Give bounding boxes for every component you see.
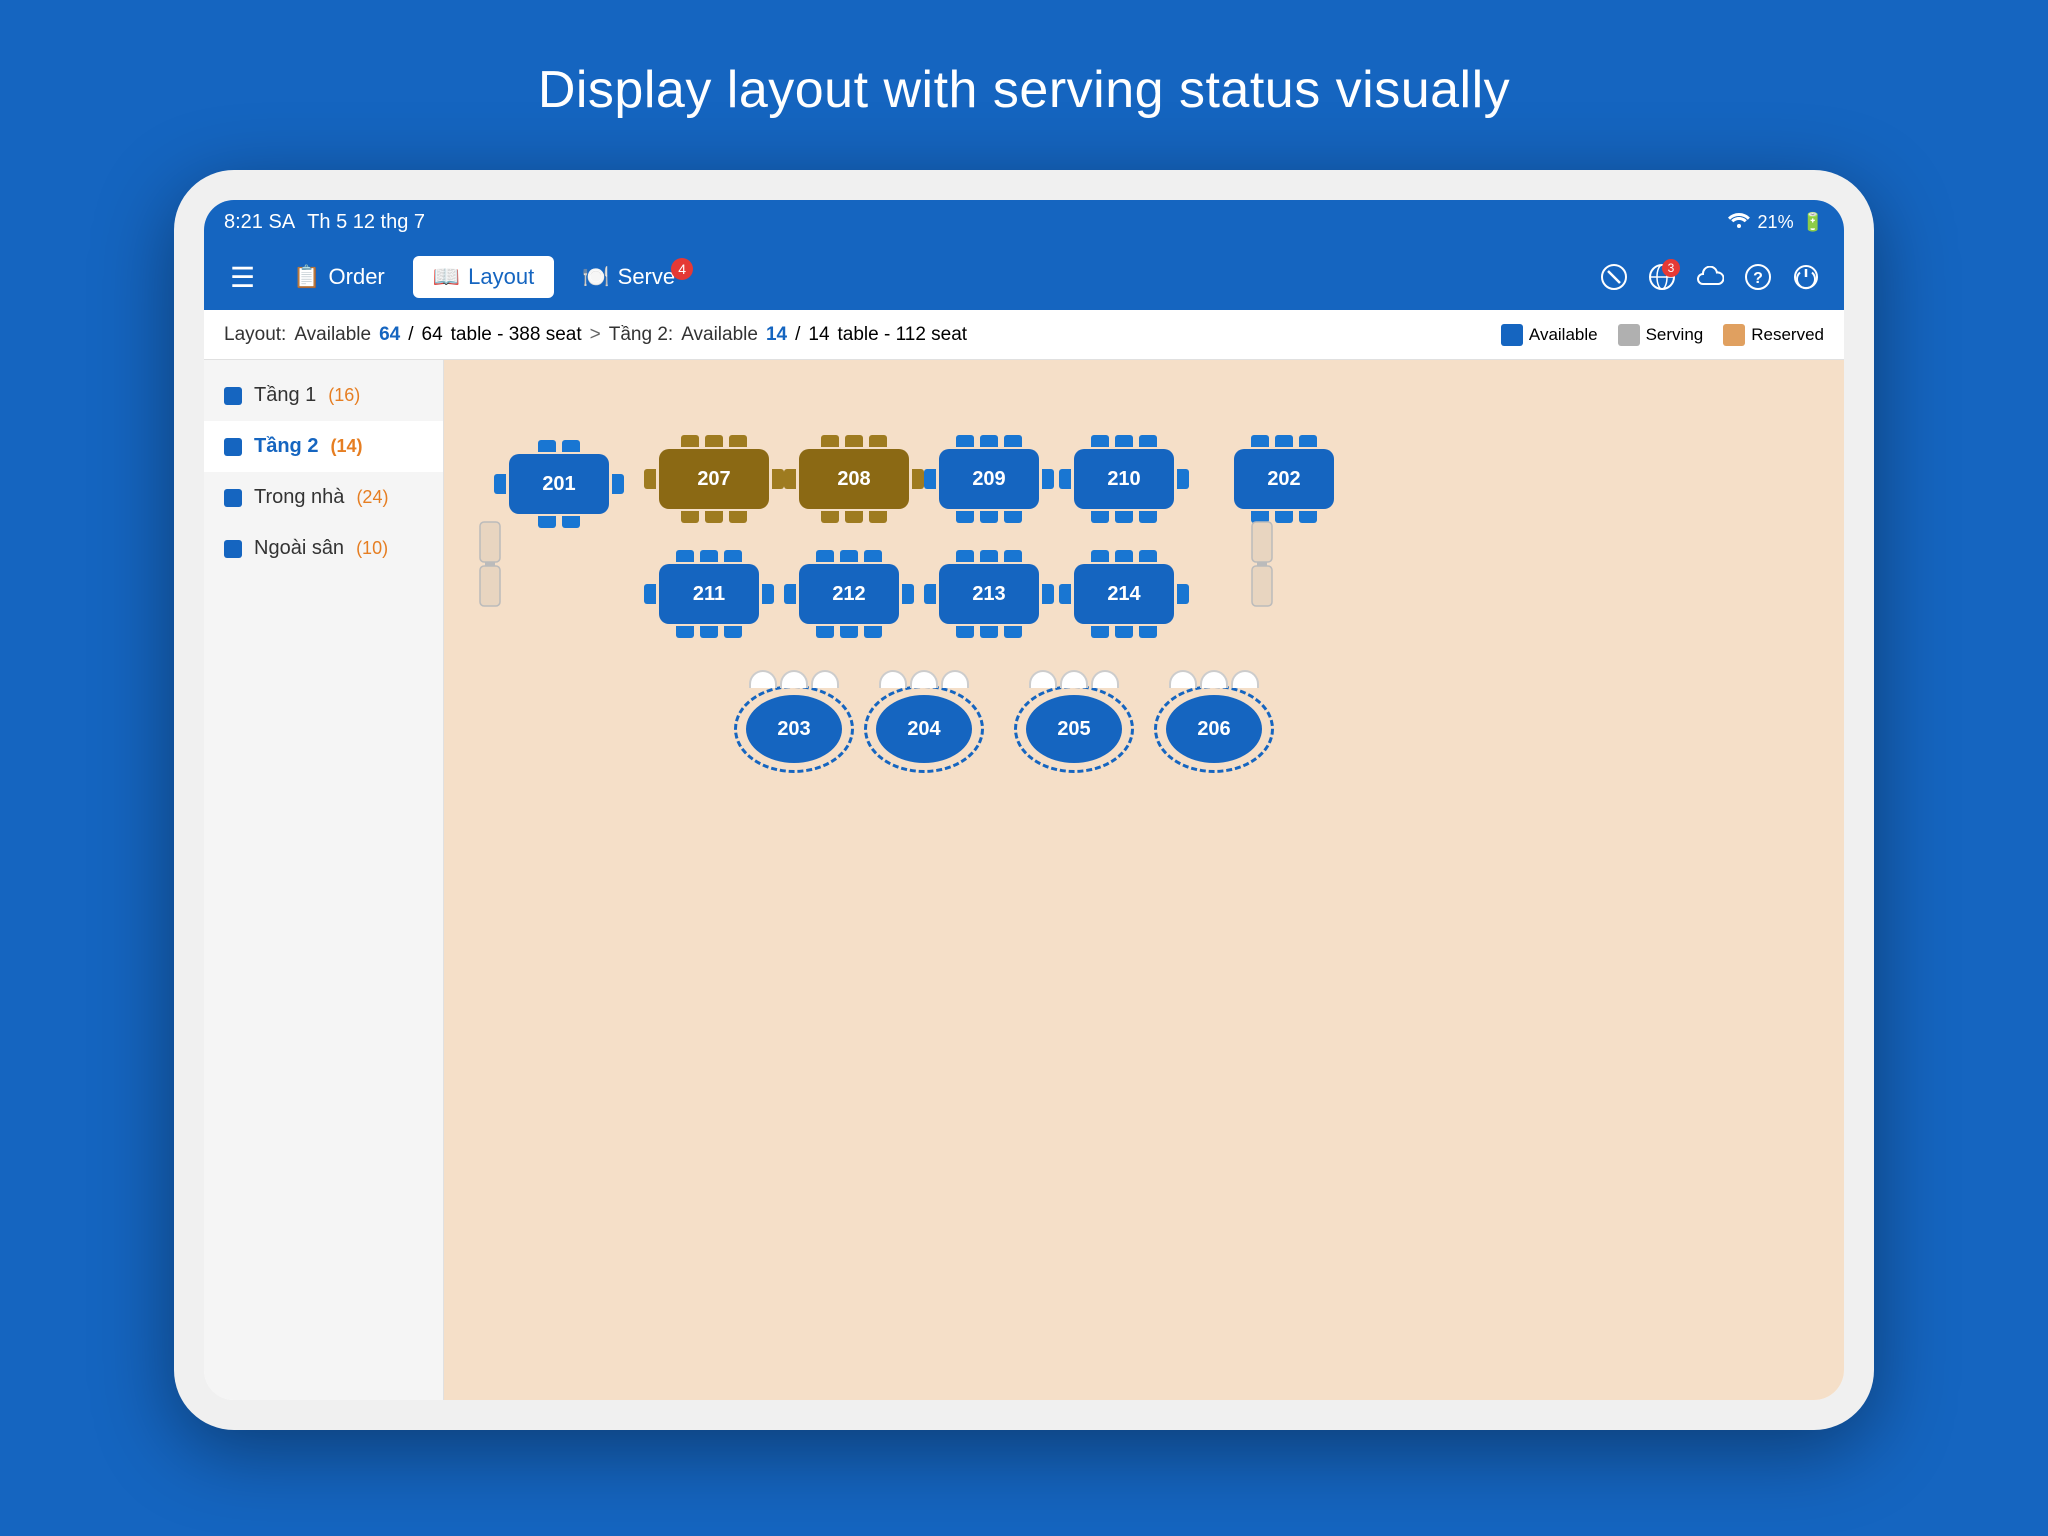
tablet-screen: 8:21 SA Th 5 12 thg 7 21% 🔋 ☰ 📋 [204, 200, 1844, 1400]
battery-icon: 🔋 [1802, 212, 1824, 233]
status-bar: 8:21 SA Th 5 12 thg 7 21% 🔋 [204, 200, 1844, 244]
breadcrumb-floor: Tầng 2: [609, 324, 673, 346]
divider-shape [472, 520, 508, 620]
ngoaisan-color [224, 540, 242, 558]
sidebar-item-tang1[interactable]: Tầng 1 (16) [204, 370, 443, 421]
serve-label: Serve [618, 264, 675, 290]
globe-badge: 3 [1662, 259, 1680, 277]
tang1-count: (16) [328, 385, 360, 406]
main-content: Tầng 1 (16) Tầng 2 (14) Trong nhà (24) N… [204, 360, 1844, 1400]
table-212[interactable]: 212 [784, 550, 914, 638]
hamburger-button[interactable]: ☰ [220, 255, 265, 300]
page-headline: Display layout with serving status visua… [538, 60, 1510, 120]
wifi-icon [1728, 212, 1750, 233]
status-date: Th 5 12 thg 7 [307, 211, 425, 234]
help-icon[interactable]: ? [1736, 255, 1780, 299]
status-time: 8:21 SA [224, 211, 295, 234]
legend-serving: Serving [1618, 324, 1704, 346]
table-201[interactable]: 201 [494, 440, 624, 528]
table-214[interactable]: 214 [1059, 550, 1189, 638]
table-202[interactable]: 202 [1234, 435, 1334, 523]
serve-badge: 4 [671, 258, 693, 280]
power-icon[interactable] [1784, 255, 1828, 299]
table-207[interactable]: 207 [644, 435, 784, 523]
legend-serving-color [1618, 324, 1640, 346]
nav-tab-serve[interactable]: 🍽️ Serve 4 [562, 256, 695, 298]
breadcrumb-floor-total: 14 [808, 324, 829, 346]
trongnha-count: (24) [356, 487, 388, 508]
breadcrumb-slash2: / [795, 324, 800, 346]
sidebar-item-ngoaisan[interactable]: Ngoài sân (10) [204, 523, 443, 574]
sidebar-item-tang2[interactable]: Tầng 2 (14) [204, 421, 443, 472]
sidebar: Tầng 1 (16) Tầng 2 (14) Trong nhà (24) N… [204, 360, 444, 1400]
breadcrumb-available-label2: Available [681, 324, 758, 346]
breadcrumb-bar: Layout: Available 64 / 64 table - 388 se… [204, 310, 1844, 360]
tang2-color [224, 438, 242, 456]
breadcrumb-total: 64 [422, 324, 443, 346]
table-211[interactable]: 211 [644, 550, 774, 638]
legend-available-color [1501, 324, 1523, 346]
breadcrumb-available-label: Available [294, 324, 371, 346]
mute-icon[interactable] [1592, 255, 1636, 299]
table-210[interactable]: 210 [1059, 435, 1189, 523]
order-icon: 📋 [293, 264, 320, 290]
divider-shape [1244, 520, 1280, 620]
tang2-count: (14) [330, 436, 362, 457]
ngoaisan-label: Ngoài sân [254, 537, 344, 560]
breadcrumb-arrow: > [590, 324, 601, 346]
legend-reserved-label: Reserved [1751, 325, 1824, 345]
tablet-frame: 8:21 SA Th 5 12 thg 7 21% 🔋 ☰ 📋 [174, 170, 1874, 1430]
trongnha-color [224, 489, 242, 507]
cloud-icon[interactable] [1688, 255, 1732, 299]
table-205[interactable]: 205 [1014, 670, 1134, 773]
nav-tab-order[interactable]: 📋 Order [273, 256, 405, 298]
tang1-label: Tầng 1 [254, 384, 316, 407]
table-213[interactable]: 213 [924, 550, 1054, 638]
layout-label: Layout [468, 264, 534, 290]
trongnha-label: Trong nhà [254, 486, 344, 509]
nav-tab-layout[interactable]: 📖 Layout [413, 256, 554, 298]
breadcrumb-table-info: table - 388 seat [451, 324, 582, 346]
table-209[interactable]: 209 [924, 435, 1054, 523]
serve-icon: 🍽️ [582, 264, 609, 290]
table-204[interactable]: 204 [864, 670, 984, 773]
legend-reserved: Reserved [1723, 324, 1824, 346]
nav-bar: ☰ 📋 Order 📖 Layout 🍽️ Serve 4 [204, 244, 1844, 310]
legend-reserved-color [1723, 324, 1745, 346]
legend-available: Available [1501, 324, 1598, 346]
legend-available-label: Available [1529, 325, 1598, 345]
tang1-color [224, 387, 242, 405]
tang2-label: Tầng 2 [254, 435, 318, 458]
sidebar-item-trongnha[interactable]: Trong nhà (24) [204, 472, 443, 523]
breadcrumb-prefix: Layout: [224, 324, 286, 346]
breadcrumb-floor-available: 14 [766, 324, 787, 346]
breadcrumb-floor-table: table - 112 seat [838, 324, 968, 346]
svg-text:?: ? [1753, 270, 1763, 287]
layout-icon: 📖 [433, 264, 460, 290]
ngoaisan-count: (10) [356, 538, 388, 559]
status-battery: 21% [1758, 212, 1794, 233]
table-206[interactable]: 206 [1154, 670, 1274, 773]
order-label: Order [329, 264, 385, 290]
table-208[interactable]: 208 [784, 435, 924, 523]
globe-icon[interactable]: 3 [1640, 255, 1684, 299]
legend: Available Serving Reserved [1501, 324, 1824, 346]
breadcrumb-slash: / [408, 324, 413, 346]
nav-icons-group: 3 ? [1592, 255, 1828, 299]
layout-area: 201207208209210 202 211212213214 203204 2052… [444, 360, 1844, 1400]
table-203[interactable]: 203 [734, 670, 854, 773]
legend-serving-label: Serving [1646, 325, 1704, 345]
breadcrumb-available-num: 64 [379, 324, 400, 346]
